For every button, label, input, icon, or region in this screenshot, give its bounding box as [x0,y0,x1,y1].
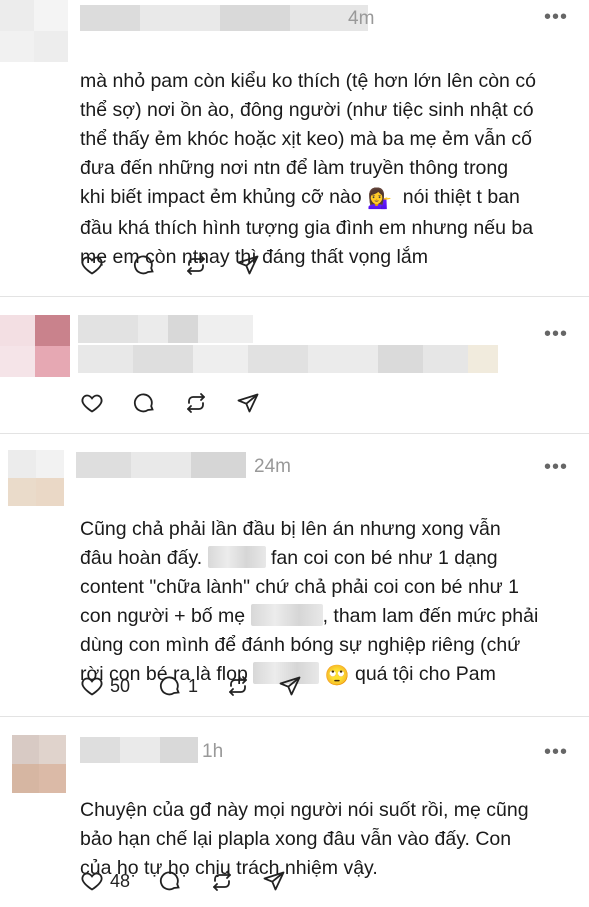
repost-button[interactable] [184,391,208,415]
repost-button[interactable] [226,674,250,698]
reply-count: 1 [188,675,199,696]
text-line: content "chữa lành" chứ chả phải coi con… [80,576,519,598]
repost-icon [187,393,205,413]
reply-button[interactable]: 1 [158,674,198,698]
share-button[interactable] [262,869,286,893]
text-line: bảo hạn chế lại plapla xong đâu vẫn vào … [80,828,512,850]
person-tipping-hand-emoji: 💁‍♀️ [367,188,392,210]
post-text-redacted [78,345,498,373]
more-options-icon[interactable]: ••• [544,742,568,762]
text-line: thể thấy ẻm khóc hoặc xịt keo) mà ba mẹ … [80,128,532,150]
post-4: 1h ••• Chuyện của gđ này mọi người nói s… [0,717,589,907]
text-line: nói thiệt t ban [402,186,520,208]
post-actions: 48 [80,869,314,893]
post-3: 24m ••• Cũng chả phải lần đầu bị lên án … [0,434,589,716]
text-line: đầu khá thích hình tượng gia đình em như… [80,217,534,239]
text-line: đâu hoàn đấy. [80,547,203,569]
post-time: 24m [254,456,291,477]
repost-icon [229,676,247,696]
text-line: dùng con mình để đánh bóng sự nghiệp riê… [80,634,521,656]
reply-button[interactable] [132,253,156,277]
post-text: Cũng chả phải lần đầu bị lên án nhưng xo… [80,486,538,691]
comment-icon [160,676,180,696]
heart-icon [81,394,103,413]
heart-icon [81,256,103,275]
text-line: quá tội cho Pam [354,663,496,685]
avatar[interactable] [12,735,66,793]
reply-button[interactable] [132,391,156,415]
reply-button[interactable] [158,869,182,893]
text-line: khi biết impact ẻm khủng cỡ nào [80,186,362,208]
heart-icon [81,677,103,696]
like-button[interactable]: 48 [80,869,130,893]
post-text: Chuyện của gđ này mọi người nói suốt rồi… [80,767,529,883]
username-redacted[interactable] [80,737,198,763]
comment-icon [160,871,180,891]
post-time: 1h [202,741,224,762]
like-button[interactable] [80,391,104,415]
more-options-icon[interactable]: ••• [544,324,568,344]
text-line: đưa đến những nơi ntn để làm truyền thôn… [80,157,509,179]
post-text: mà nhỏ pam còn kiểu ko thích (tệ hơn lớn… [80,38,536,272]
share-icon [263,871,285,891]
text-line: , tham lam đến mức phải [322,605,539,627]
share-icon [237,393,259,413]
share-button[interactable] [236,253,260,277]
comment-icon [133,255,154,275]
text-line: fan coi con bé như 1 dạng [271,547,498,569]
text-line: con người + bố mẹ [80,605,246,627]
share-icon [279,676,301,696]
avatar[interactable] [0,0,68,62]
username-redacted[interactable] [76,452,246,478]
post-actions: 50 1 [80,674,330,698]
text-line: Chuyện của gđ này mọi người nói suốt rồi… [80,799,529,821]
share-button[interactable] [278,674,302,698]
comment-icon [133,393,154,413]
repost-icon [213,871,231,891]
avatar[interactable] [0,315,70,377]
share-button[interactable] [236,391,260,415]
like-button[interactable]: 50 [80,674,130,698]
post-1: 4m ••• mà nhỏ pam còn kiểu ko thích (tệ … [0,0,589,296]
heart-icon [81,872,103,891]
username-redacted[interactable] [80,5,368,31]
more-options-icon[interactable]: ••• [544,7,568,27]
repost-button[interactable] [210,869,234,893]
text-line: Cũng chả phải lần đầu bị lên án nhưng xo… [80,518,501,540]
share-icon [237,255,259,275]
more-options-icon[interactable]: ••• [544,457,568,477]
repost-button[interactable] [184,253,208,277]
redacted-text [250,604,323,626]
repost-icon [187,255,205,275]
post-time: 4m [348,8,375,29]
redacted-text [207,546,266,568]
avatar[interactable] [8,450,64,506]
post-2: ••• [0,297,589,433]
post-actions [80,253,288,277]
post-actions [80,391,288,415]
like-count: 50 [110,675,131,696]
username-redacted[interactable] [78,315,253,343]
like-button[interactable] [80,253,104,277]
like-count: 48 [110,870,131,891]
text-line: mà nhỏ pam còn kiểu ko thích (tệ hơn lớn… [80,70,536,92]
text-line: thể sợ) nơi ồn ào, đông người (như tiệc … [80,99,534,121]
